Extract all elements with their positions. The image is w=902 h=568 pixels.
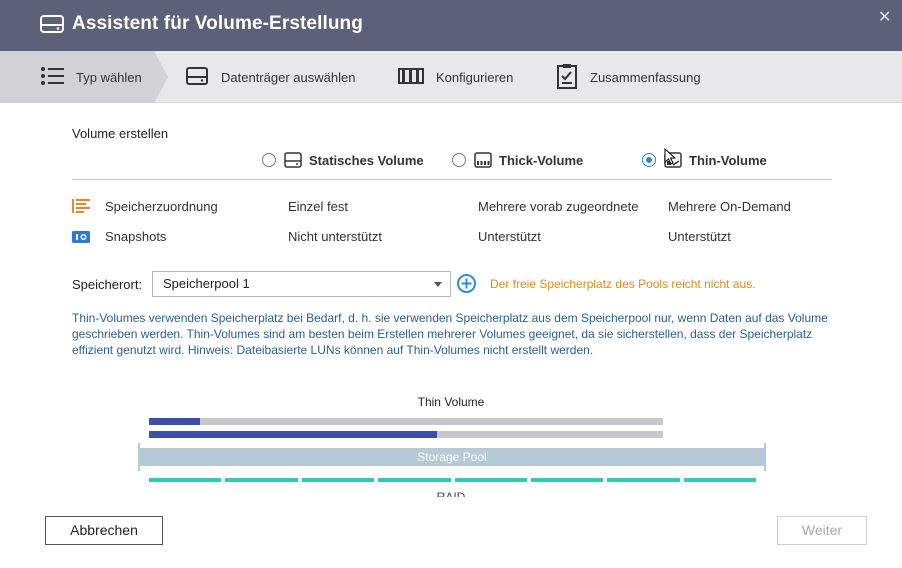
step-configure[interactable]: Konfigurieren (398, 51, 513, 103)
disk-segment (149, 478, 222, 482)
disk-segment (301, 478, 375, 482)
step-select-type[interactable]: Typ wählen (40, 51, 142, 103)
disk-segment (607, 478, 680, 482)
volume-create-label: Volume erstellen (72, 126, 169, 141)
feature-label: Speicherzuordnung (105, 199, 218, 214)
feature-value-thick: Unterstützt (478, 229, 541, 244)
add-pool-icon[interactable] (457, 274, 476, 298)
thin-volume-description: Thin-Volumes verwenden Speicherplatz bei… (72, 311, 828, 357)
step-label: Konfigurieren (436, 69, 514, 85)
thick-volume-icon (474, 152, 492, 168)
radio-label: Thin-Volume (689, 152, 767, 168)
feature-value-static: Nicht unterstützt (288, 229, 382, 244)
storage-pool-select[interactable]: Speicherpool 1 (152, 271, 451, 297)
mouse-cursor-icon (664, 147, 677, 170)
pool-label: Storage Pool (417, 450, 487, 464)
step-select-disks[interactable]: Datenträger auswählen (185, 51, 355, 103)
pool-space-warning: Der freie Speicherplatz des Pools reicht… (490, 277, 756, 291)
disk-segment (683, 478, 756, 482)
volume-visual-title: Thin Volume (417, 395, 485, 409)
disk-segment (454, 478, 527, 482)
clipboard-icon (556, 63, 578, 92)
radio-button[interactable] (262, 153, 276, 167)
disk-segment (225, 478, 298, 482)
volume-bar-fill (149, 431, 437, 438)
select-value: Speicherpool 1 (163, 276, 250, 291)
step-label: Zusammenfassung (590, 69, 701, 85)
storage-location-label: Speicherort: (72, 277, 143, 292)
feature-value-thin: Mehrere On-Demand (668, 199, 791, 214)
radio-label: Thick-Volume (499, 152, 584, 168)
configure-icon (398, 67, 424, 87)
step-summary[interactable]: Zusammenfassung (556, 51, 701, 103)
volume-bar-fill (149, 418, 201, 425)
allocation-icon (72, 199, 92, 218)
radio-thick-volume[interactable]: Thick-Volume (452, 152, 583, 168)
cancel-button[interactable]: Abbrechen (45, 516, 163, 545)
wizard-steps: Typ wählen Datenträger auswählen Konfigu… (0, 51, 902, 103)
storage-pool-bar: Storage Pool (138, 443, 766, 471)
step-label: Typ wählen (76, 69, 142, 85)
feature-value-thin: Unterstützt (668, 229, 731, 244)
radio-label: Statisches Volume (309, 152, 424, 168)
next-button[interactable]: Weiter (777, 516, 867, 545)
raid-label: RAID (436, 490, 466, 497)
volume-bar (149, 418, 663, 425)
volume-bar (149, 431, 663, 438)
disk-segment (378, 478, 451, 482)
feature-value-static: Einzel fest (288, 199, 348, 214)
close-icon[interactable]: ✕ (878, 7, 891, 27)
step-label: Datenträger auswählen (221, 69, 356, 85)
feature-label: Snapshots (105, 229, 167, 244)
radio-button[interactable] (452, 153, 466, 167)
snapshot-icon (72, 230, 90, 248)
storage-drive-icon (40, 14, 64, 39)
title-bar: Assistent für Volume-Erstellung ✕ (0, 0, 902, 51)
divider (72, 179, 832, 180)
list-icon (40, 66, 64, 89)
radio-button-selected[interactable] (642, 153, 656, 167)
radio-thin-volume[interactable]: Thin-Volume (642, 152, 767, 168)
disk-icon (185, 66, 209, 88)
feature-value-thick: Mehrere vorab zugeordnete (478, 199, 639, 214)
radio-static-volume[interactable]: Statisches Volume (262, 152, 424, 168)
disk-segment (530, 478, 604, 482)
window-title: Assistent für Volume-Erstellung (72, 13, 363, 34)
static-volume-icon (284, 152, 302, 168)
chevron-down-icon (434, 282, 442, 287)
